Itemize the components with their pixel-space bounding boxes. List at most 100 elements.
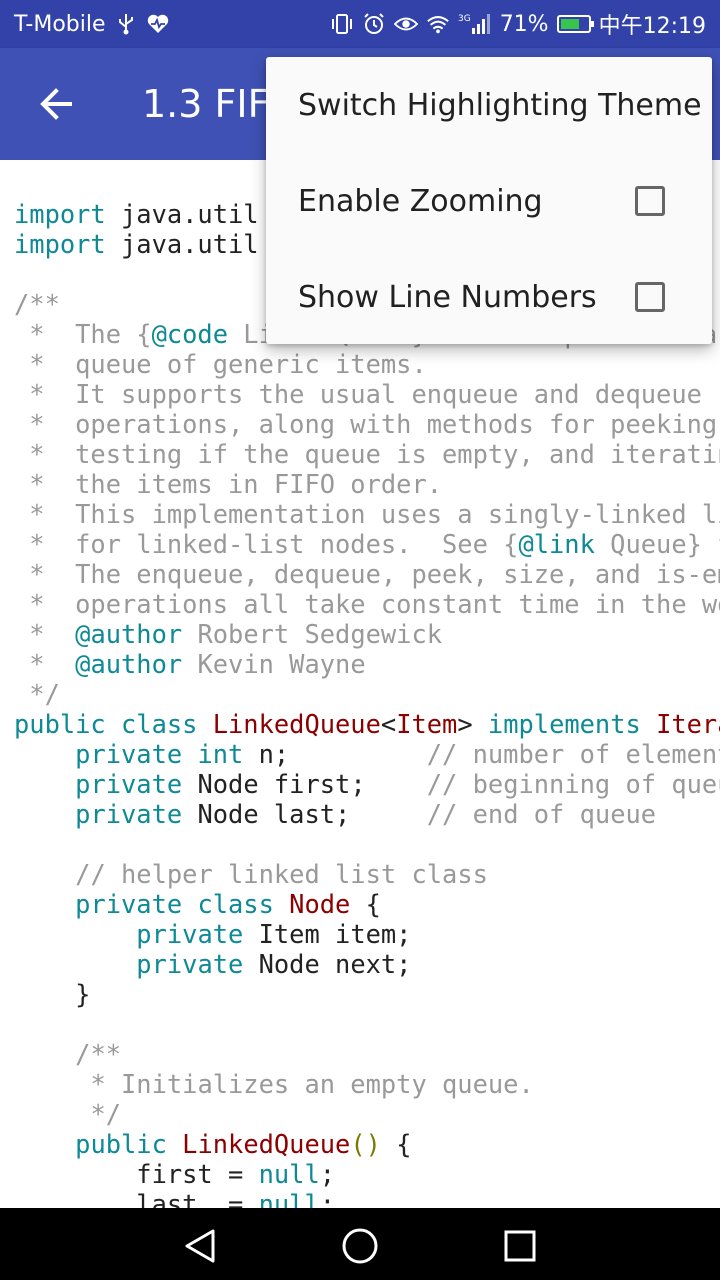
code-token: java.util bbox=[105, 199, 259, 229]
code-token: private bbox=[75, 769, 183, 799]
code-token: * operations, along with methods for pee… bbox=[29, 409, 718, 439]
code-line: * Initializes an empty queue. bbox=[14, 1069, 720, 1099]
code-token: ; bbox=[319, 1159, 336, 1189]
circle-home-icon bbox=[342, 1228, 378, 1264]
code-token: Robert Sedgewick bbox=[182, 619, 443, 649]
code-token: { bbox=[380, 1129, 412, 1159]
square-recents-icon bbox=[504, 1230, 536, 1262]
code-token: null bbox=[258, 1159, 320, 1189]
code-token: last = bbox=[14, 1189, 259, 1208]
code-line: private Node first; // beginning of queu… bbox=[14, 769, 720, 799]
code-token: * This implementation uses a singly-link… bbox=[29, 499, 720, 529]
code-token: Node bbox=[289, 889, 351, 919]
menu-item-enable-zooming[interactable]: Enable Zooming bbox=[266, 153, 712, 249]
navigation-bar bbox=[0, 1208, 720, 1280]
code-token: public bbox=[75, 1129, 183, 1159]
code-line: * It supports the usual enqueue and dequ… bbox=[14, 379, 720, 409]
menu-item-label: Switch Highlighting Theme bbox=[298, 87, 702, 123]
alarm-icon bbox=[362, 12, 386, 36]
code-token: implements bbox=[487, 709, 657, 739]
menu-item-show-line-numbers[interactable]: Show Line Numbers bbox=[266, 249, 712, 345]
code-token: Node first; bbox=[182, 769, 427, 799]
code-token: * The enqueue, dequeue, peek, size, and … bbox=[14, 559, 720, 589]
code-token: * queue of generic items. bbox=[14, 349, 427, 379]
code-token: public class bbox=[14, 709, 213, 739]
code-token: { bbox=[350, 889, 381, 919]
nav-home-button[interactable] bbox=[340, 1226, 380, 1266]
status-bar: T-Mobile 3G 71% 中午12:19 bbox=[0, 0, 720, 48]
overflow-menu: Switch Highlighting Theme Enable Zooming… bbox=[266, 57, 712, 344]
code-line: * queue of generic items. bbox=[14, 349, 720, 379]
code-token: * for linked-list nodes. See { bbox=[14, 529, 519, 559]
code-line: /** bbox=[14, 1039, 720, 1069]
code-line: private Item item; bbox=[14, 919, 720, 949]
code-token: /** bbox=[14, 289, 60, 319]
code-token: * Initializes an empty queue. bbox=[90, 1069, 534, 1099]
code-line: } bbox=[14, 979, 720, 1009]
code-token: Node next; bbox=[243, 949, 412, 979]
code-token: @link bbox=[518, 529, 595, 559]
code-token: import bbox=[14, 199, 106, 229]
enable-zooming-checkbox[interactable] bbox=[635, 186, 665, 216]
code-line: private class Node { bbox=[14, 889, 720, 919]
code-token: * bbox=[14, 619, 76, 649]
code-line: * operations, along with methods for pee… bbox=[14, 409, 720, 439]
usb-icon bbox=[114, 12, 138, 36]
code-line: public class LinkedQueue<Item> implement… bbox=[14, 709, 720, 739]
eye-comfort-icon bbox=[393, 12, 418, 36]
back-button[interactable] bbox=[26, 74, 86, 134]
code-line: first = null; bbox=[14, 1159, 720, 1189]
code-token: n; bbox=[243, 739, 427, 769]
code-token: first = bbox=[14, 1159, 259, 1189]
code-line: * This implementation uses a singly-link… bbox=[14, 499, 720, 529]
code-line: * testing if the queue is empty, and ite… bbox=[14, 439, 720, 469]
code-token: */ bbox=[14, 679, 60, 709]
code-token: private int bbox=[75, 739, 244, 769]
menu-item-label: Show Line Numbers bbox=[298, 279, 597, 315]
battery-icon bbox=[556, 15, 594, 33]
code-token: Queue} for a version that uses a static … bbox=[610, 529, 720, 559]
code-token: < bbox=[380, 709, 397, 739]
code-line: * @author Robert Sedgewick bbox=[14, 619, 720, 649]
status-right: 3G 71% 中午12:19 bbox=[330, 8, 706, 40]
battery-fill bbox=[560, 19, 579, 29]
signal-icon: 3G bbox=[458, 12, 492, 36]
code-token: Item bbox=[396, 709, 458, 739]
code-token: () bbox=[350, 1129, 381, 1159]
show-line-numbers-checkbox[interactable] bbox=[635, 282, 665, 312]
vibrate-icon bbox=[330, 12, 354, 36]
code-token: * the items in FIFO order. bbox=[14, 469, 443, 499]
code-token: */ bbox=[90, 1099, 122, 1129]
code-token: ; bbox=[319, 1189, 336, 1208]
code-line: private Node last; // end of queue bbox=[14, 799, 720, 829]
clock: 中午12:19 bbox=[598, 14, 706, 39]
nav-recents-button[interactable] bbox=[500, 1226, 540, 1266]
screen: T-Mobile 3G 71% 中午12:19 1.3 FIF import j… bbox=[0, 0, 720, 1280]
code-line: // helper linked list class bbox=[14, 859, 720, 889]
nav-back-button[interactable] bbox=[180, 1226, 220, 1266]
code-token: @author bbox=[75, 619, 183, 649]
code-token: // beginning of queue bbox=[426, 769, 720, 799]
code-token: private bbox=[136, 949, 244, 979]
code-token: import bbox=[14, 229, 106, 259]
code-token: LinkedQueue bbox=[212, 709, 381, 739]
code-token: private bbox=[75, 799, 183, 829]
code-token: LinkedQueue bbox=[182, 1129, 351, 1159]
code-token: @author bbox=[75, 649, 183, 679]
code-token: // end of queue bbox=[426, 799, 657, 829]
code-token: Node last; bbox=[182, 799, 427, 829]
code-line: last = null; bbox=[14, 1189, 720, 1208]
code-token: private bbox=[136, 919, 244, 949]
code-token: * bbox=[14, 649, 76, 679]
menu-item-switch-theme[interactable]: Switch Highlighting Theme bbox=[266, 57, 712, 153]
code-token: Kevin Wayne bbox=[182, 649, 366, 679]
code-token: * The { bbox=[14, 319, 152, 349]
page-title: 1.3 FIF bbox=[142, 82, 270, 126]
